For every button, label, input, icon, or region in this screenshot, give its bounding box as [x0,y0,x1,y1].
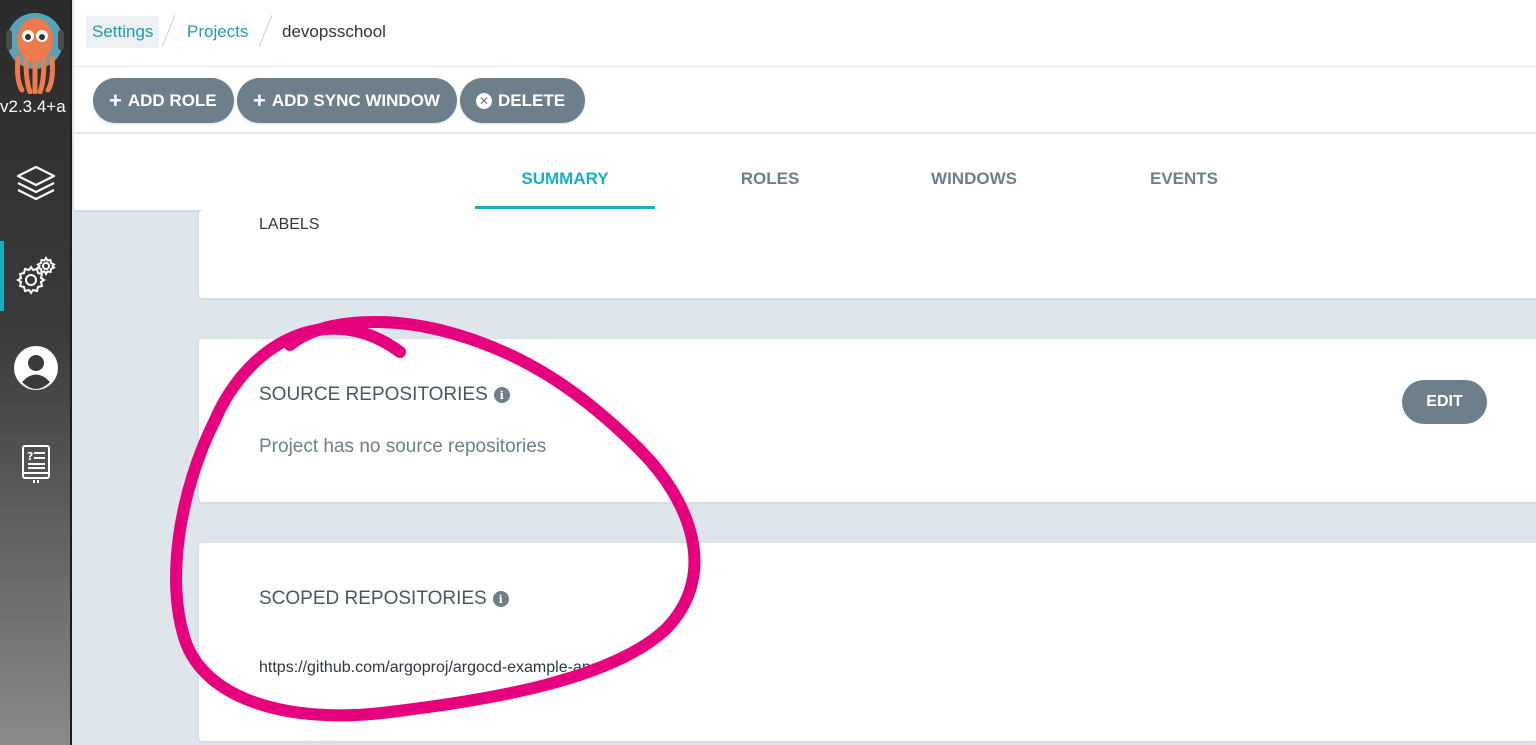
top-bar: Settings Projects devopsschool [74,0,1536,67]
sidebar-item-docs[interactable]: ? [0,428,72,498]
delete-button[interactable]: ✕ DELETE [460,78,585,123]
tab-roles[interactable]: ROLES [714,134,826,210]
add-sync-window-label: ADD SYNC WINDOW [271,90,440,110]
labels-title: LABELS [259,216,320,233]
breadcrumb-current: devopsschool [282,22,386,41]
edit-button[interactable]: EDIT [1402,380,1487,424]
plus-icon: + [253,87,266,113]
scoped-repositories-title: SCOPED REPOSITORIES i [259,588,509,610]
labels-card: LABELS [199,210,1536,298]
breadcrumb-separator [162,14,174,48]
scoped-repository-item[interactable]: https://github.com/argoproj/argocd-examp… [259,659,608,677]
source-repositories-title: SOURCE REPOSITORIES i [259,384,510,406]
info-icon[interactable]: i [493,387,510,403]
tab-summary[interactable]: SUMMARY [475,134,655,210]
source-repositories-empty-text: Project has no source repositories [259,436,547,457]
scoped-repositories-card: SCOPED REPOSITORIES i https://github.com… [199,543,1536,741]
sidebar-item-applications[interactable] [0,148,72,218]
argo-logo[interactable] [4,10,66,95]
toolbar: + ADD ROLE + ADD SYNC WINDOW ✕ DELETE [74,67,1536,133]
breadcrumb-separator [259,14,271,48]
add-role-label: ADD ROLE [127,90,217,110]
source-repositories-title-text: SOURCE REPOSITORIES [259,384,488,405]
version-label: v2.3.4+a [0,97,66,116]
sidebar-item-settings[interactable] [0,241,72,311]
breadcrumb-projects[interactable]: Projects [187,16,248,48]
gear-icon [14,254,58,298]
scoped-repositories-title-text: SCOPED REPOSITORIES [259,588,487,609]
tab-events[interactable]: EVENTS [1134,134,1234,210]
tab-bar: SUMMARY ROLES WINDOWS EVENTS [74,134,1536,210]
add-sync-window-button[interactable]: + ADD SYNC WINDOW [237,78,457,123]
delete-label: DELETE [498,90,566,110]
docs-icon: ? [20,443,52,483]
close-circle-icon: ✕ [476,92,492,109]
sidebar: v2.3.4+a ? [0,0,72,745]
sidebar-item-user[interactable] [0,333,72,403]
svg-text:?: ? [27,450,33,463]
user-icon [13,345,59,391]
layers-icon [14,163,58,203]
info-icon[interactable]: i [492,591,509,607]
add-role-button[interactable]: + ADD ROLE [93,78,234,123]
plus-icon: + [109,87,122,113]
source-repositories-card: SOURCE REPOSITORIES i Project has no sou… [199,339,1536,502]
tab-windows[interactable]: WINDOWS [914,134,1034,210]
breadcrumb-settings[interactable]: Settings [86,16,160,48]
